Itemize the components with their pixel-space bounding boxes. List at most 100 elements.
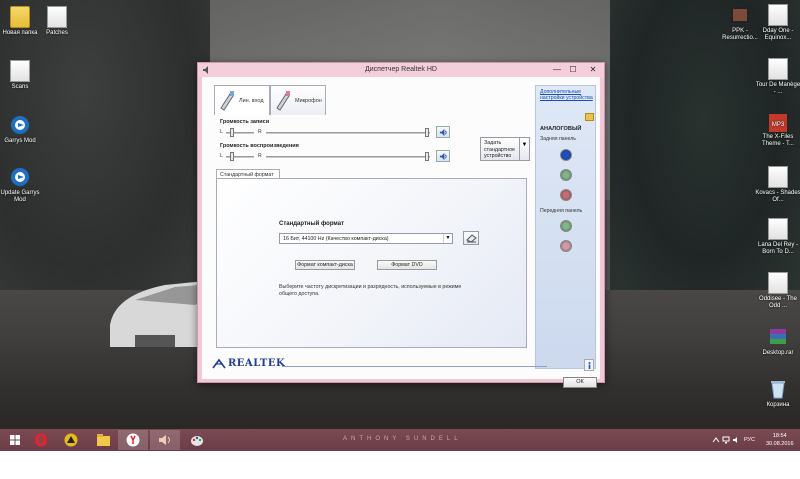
record-balance-slider[interactable] [230, 128, 234, 137]
taskbar-explorer[interactable] [88, 430, 118, 450]
format-heading: Стандартный формат [279, 221, 345, 227]
realtek-crab-icon [212, 358, 226, 369]
taskbar-paint[interactable] [182, 430, 212, 450]
speaker-app-icon [159, 435, 170, 445]
desktop-wallpaper: Новая папка Patches Scans Garrys Mod Upd… [0, 0, 800, 429]
taskbar-realtek[interactable] [150, 430, 180, 450]
format-description: Выберите частоту дискретизации и разрядн… [279, 284, 462, 297]
desktop-icon-desktop-rar[interactable]: Desktop.rar [754, 326, 800, 357]
video-icon [731, 7, 749, 23]
close-button[interactable]: ✕ [586, 64, 600, 76]
folder-icon [768, 166, 788, 188]
desktop-icon-oddisee[interactable]: Oddisee - The Odd ... [754, 272, 800, 310]
winrar-icon [770, 329, 786, 344]
folder-doc-icon [10, 60, 30, 82]
cd-format-button[interactable]: Формат компакт-диска [295, 260, 355, 270]
desktop-icon-dday-one[interactable]: Dday One - Equinox... [754, 4, 800, 42]
opera-icon [35, 433, 47, 447]
folder-icon[interactable] [585, 113, 594, 121]
paint-icon [191, 436, 203, 446]
tab-line-in[interactable]: Лин. вход [214, 85, 270, 115]
dvd-format-button[interactable]: Формат DVD [377, 260, 437, 270]
advanced-settings-link[interactable]: Дополнительные настройки устройства [540, 89, 594, 101]
record-volume-track [266, 132, 430, 134]
window-client-area: Лин. вход Микрофон Громкость записи L R [202, 77, 600, 388]
desktop-icon-tour-de-manege[interactable]: Tour De Manège - ... [754, 58, 800, 96]
clock[interactable]: 18:54 30.08.2016 [766, 432, 794, 448]
record-mute-button[interactable] [436, 126, 450, 138]
format-panel: Стандартный формат 16 Бит, 44100 Hz (Кач… [216, 178, 527, 348]
back-jack-green[interactable] [560, 169, 572, 181]
desktop-icon-label: Tour De Manège - ... [755, 82, 800, 95]
playback-volume-slider[interactable] [425, 152, 429, 161]
realtek-logo: REALTEK [228, 358, 286, 369]
desktop-icon-label: Update Garrys Mod [0, 190, 40, 203]
tab-microphone[interactable]: Микрофон [270, 85, 326, 115]
front-jack-green[interactable] [560, 220, 572, 232]
tray-chevron-up-icon[interactable] [712, 436, 720, 444]
front-panel-label: Передняя панель [540, 208, 583, 214]
speaker-icon [439, 152, 447, 161]
taskbar-opera[interactable] [26, 430, 56, 450]
analog-heading: АНАЛОГОВЫЙ [540, 126, 582, 132]
record-volume-slider[interactable] [425, 128, 429, 137]
clock-time: 18:54 [772, 433, 787, 439]
recycle-bin-icon [771, 381, 785, 399]
folder-icon [768, 4, 788, 26]
desktop-icon-lana-del-rey[interactable]: Lana Del Rey - Born To D... [754, 218, 800, 256]
record-volume-label: Громкость записи [220, 119, 270, 125]
format-select[interactable]: 16 Бит, 44100 Hz (Качество компакт-диска… [279, 233, 453, 244]
playback-balance-slider[interactable] [230, 152, 234, 161]
windows-start-icon [10, 435, 20, 445]
desktop-icon-recycle-bin[interactable]: Корзина [754, 378, 800, 409]
window-title: Диспетчер Realtek HD [365, 66, 437, 73]
mp3-icon-text: MP3 [772, 122, 785, 128]
folder-icon [10, 6, 30, 28]
desktop-icon-mp3[interactable]: MP3 [754, 112, 800, 136]
front-jack-pink[interactable] [560, 240, 572, 252]
folder-icon [768, 272, 788, 294]
clock-date: 30.08.2016 [766, 441, 794, 447]
desktop-icon-label: Desktop.rar [762, 350, 794, 356]
back-jack-blue[interactable] [560, 149, 572, 161]
yandex-icon [126, 433, 140, 447]
set-default-device-button[interactable]: Задать стандартное устройство ▼ [480, 137, 530, 161]
desktop-icon-label: The X-Files Theme - T... [762, 134, 794, 147]
microphone-icon [276, 91, 290, 111]
desktop-icon-x-files[interactable]: The X-Files Theme - T... [754, 134, 800, 148]
desktop-icon-patches[interactable]: Patches [33, 6, 81, 37]
title-bar[interactable]: Диспетчер Realtek HD — ☐ ✕ [198, 63, 604, 77]
record-right-letter: R [258, 129, 262, 135]
gmod-icon [11, 168, 29, 186]
bottom-blank-area [0, 451, 800, 479]
folder-icon [768, 58, 788, 80]
taskbar-app-triangle[interactable] [56, 430, 86, 450]
app-triangle-icon [64, 433, 78, 447]
set-default-device-label: Задать стандартное устройство [484, 140, 515, 159]
speaker-icon [439, 128, 447, 137]
info-icon [588, 362, 591, 369]
desktop-icon-label: Lana Del Rey - Born To D... [757, 242, 799, 255]
back-jack-pink[interactable] [560, 189, 572, 201]
desktop-icon-scans[interactable]: Scans [0, 60, 44, 91]
info-button[interactable] [584, 359, 594, 371]
tab-microphone-label: Микрофон [295, 98, 322, 104]
format-reset-button[interactable] [463, 231, 479, 245]
desktop-icon-label: Scans [11, 84, 29, 90]
ok-button[interactable]: ОК [563, 377, 597, 388]
footer-divider [282, 366, 547, 367]
connector-panel: Дополнительные настройки устройства АНАЛ… [535, 85, 596, 369]
chevron-down-icon: ▼ [443, 234, 452, 243]
folder-icon [768, 218, 788, 240]
desktop-icon-kovacs[interactable]: Kovacs - Shades Of... [754, 166, 800, 204]
tray-volume-icon[interactable] [732, 436, 740, 444]
desktop-icon-update-garrys-mod[interactable]: Update Garrys Mod [0, 166, 44, 204]
taskbar-yandex[interactable] [118, 430, 148, 450]
desktop-icon-garrys-mod[interactable]: Garrys Mod [0, 114, 44, 145]
mp3-icon: MP3 [769, 114, 787, 132]
language-indicator[interactable]: РУС [744, 437, 755, 443]
minimize-button[interactable]: — [550, 64, 564, 76]
maximize-button[interactable]: ☐ [566, 64, 580, 76]
tray-network-icon[interactable] [722, 436, 730, 444]
playback-mute-button[interactable] [436, 150, 450, 162]
